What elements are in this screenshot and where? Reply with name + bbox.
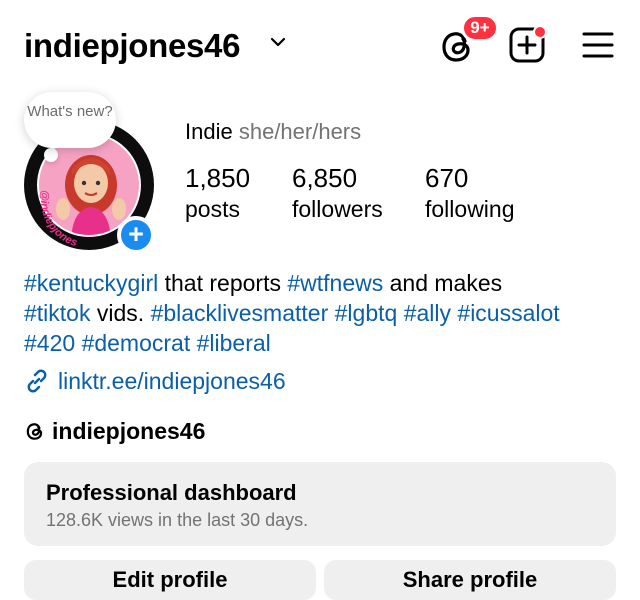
chevron-down-icon[interactable]	[270, 36, 286, 48]
hashtag[interactable]: #420	[24, 330, 75, 356]
stat-value: 1,850	[185, 163, 251, 193]
hashtag[interactable]: #liberal	[197, 330, 271, 356]
hashtag[interactable]: #ally	[404, 300, 451, 326]
link-text[interactable]: linktr.ee/indiepjones46	[58, 368, 286, 394]
share-profile-button[interactable]: Share profile	[324, 560, 616, 600]
note-bubble-tail	[44, 148, 58, 162]
note-bubble[interactable]: What's new?	[24, 92, 116, 148]
link-icon	[27, 369, 47, 393]
hashtag[interactable]: #lgbtq	[335, 300, 398, 326]
stat-value: 670	[425, 163, 469, 193]
create-notification-dot	[533, 25, 547, 39]
stat-label: following	[425, 196, 515, 222]
profile-username[interactable]: indiepjones46	[24, 24, 240, 68]
hashtag[interactable]: #democrat	[82, 330, 191, 356]
threads-handle-row[interactable]: indiepjones46	[24, 416, 205, 446]
edit-profile-button[interactable]: Edit profile	[24, 560, 316, 600]
threads-icon	[26, 423, 43, 440]
notification-badge: 9+	[461, 14, 499, 42]
display-name-row: Indie she/her/hers	[185, 118, 361, 146]
hashtag[interactable]: #wtfnews	[287, 270, 383, 296]
bio-text: that reports	[158, 270, 288, 296]
dashboard-subtitle: 128.6K views in the last 30 days.	[46, 510, 309, 530]
hashtag[interactable]: #tiktok	[24, 300, 90, 326]
menu-icon[interactable]	[582, 30, 614, 60]
hashtag[interactable]: #kentuckygirl	[24, 270, 158, 296]
hashtag[interactable]: #blacklivesmatter	[151, 300, 329, 326]
threads-handle: indiepjones46	[52, 418, 206, 444]
profile-link[interactable]: linktr.ee/indiepjones46	[24, 366, 286, 396]
add-story-button[interactable]: +	[117, 216, 155, 254]
stat-followers[interactable]: 6,850 followers	[292, 162, 383, 224]
stat-label: followers	[292, 196, 383, 222]
dashboard-title: Professional dashboard	[46, 480, 297, 505]
display-name: Indie	[185, 119, 233, 144]
hashtag[interactable]: #icussalot	[457, 300, 559, 326]
stat-label: posts	[185, 196, 240, 222]
bio: #kentuckygirl that reports #wtfnews and …	[24, 268, 624, 358]
bio-text: vids.	[90, 300, 151, 326]
stat-following[interactable]: 670 following	[425, 162, 515, 224]
stat-posts[interactable]: 1,850 posts	[185, 162, 250, 224]
bio-text: and makes	[383, 270, 503, 296]
svg-text:@indiepjones: @indiepjones	[38, 190, 79, 249]
professional-dashboard[interactable]: Professional dashboard 128.6K views in t…	[24, 462, 616, 546]
pronouns: she/her/hers	[238, 119, 362, 144]
stat-value: 6,850	[292, 163, 358, 193]
